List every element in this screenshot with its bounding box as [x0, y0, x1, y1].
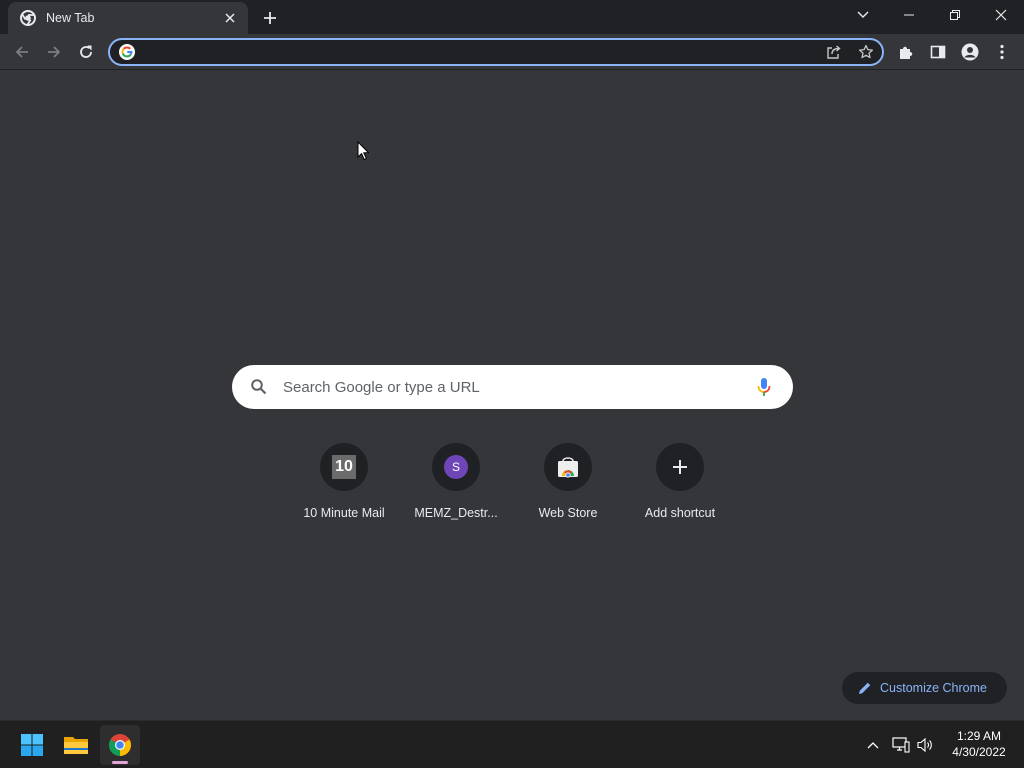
- tab-title: New Tab: [46, 11, 95, 25]
- share-icon[interactable]: [824, 42, 844, 62]
- ntp-search-box[interactable]: [232, 365, 793, 409]
- close-window-button[interactable]: [978, 0, 1024, 30]
- side-panel-button[interactable]: [924, 38, 952, 66]
- chrome-taskbar-button[interactable]: [100, 725, 140, 765]
- chrome-logo-icon: [109, 734, 131, 756]
- forward-button[interactable]: [40, 38, 68, 66]
- chevron-up-icon: [867, 742, 879, 749]
- shortcut-tile: 10: [320, 443, 368, 491]
- clock-time: 1:29 AM: [956, 729, 1002, 743]
- clock-date: 4/30/2022: [952, 745, 1006, 759]
- arrow-right-icon: [48, 46, 61, 58]
- taskbar: 1:29 AM 4/30/2022: [0, 720, 1024, 768]
- shortcut-10-minute-mail[interactable]: 10 10 Minute Mail: [288, 435, 400, 535]
- extensions-button[interactable]: [892, 38, 920, 66]
- start-button[interactable]: [12, 725, 52, 765]
- shortcut-label: MEMZ_Destr...: [414, 506, 498, 520]
- minimize-icon: [904, 14, 914, 16]
- customize-chrome-label: Customize Chrome: [880, 681, 987, 695]
- pencil-icon: [859, 682, 871, 694]
- windows-logo-icon: [21, 734, 43, 756]
- browser-toolbar: [0, 34, 1024, 70]
- tab-new-tab[interactable]: New Tab: [8, 2, 248, 34]
- shortcut-label: Add shortcut: [644, 506, 716, 520]
- shortcut-tile: S: [432, 443, 480, 491]
- shortcut-web-store[interactable]: Web Store: [512, 435, 624, 535]
- minimize-button[interactable]: [886, 0, 932, 30]
- web-store-icon: [558, 457, 578, 478]
- close-icon: [995, 9, 1007, 21]
- letter-s-icon: S: [444, 455, 468, 479]
- profile-button[interactable]: [956, 38, 984, 66]
- plus-icon: [264, 12, 276, 24]
- plus-icon: [673, 460, 687, 474]
- active-indicator: [112, 761, 128, 764]
- customize-chrome-button[interactable]: Customize Chrome: [842, 672, 1007, 704]
- shortcut-label: 10 Minute Mail: [303, 506, 385, 520]
- menu-button[interactable]: [988, 38, 1016, 66]
- side-panel-icon: [930, 45, 946, 59]
- address-bar[interactable]: [108, 38, 884, 66]
- chevron-down-icon: [857, 11, 869, 18]
- google-g-icon: [119, 44, 135, 60]
- network-button[interactable]: [891, 735, 911, 755]
- restore-button[interactable]: [932, 0, 978, 30]
- new-tab-page: 10 10 Minute Mail S MEMZ_Destr... W: [0, 71, 1024, 720]
- reload-button[interactable]: [72, 38, 100, 66]
- shortcut-tile: [656, 443, 704, 491]
- add-shortcut-button[interactable]: Add shortcut: [624, 435, 736, 535]
- close-tab-icon[interactable]: [220, 8, 240, 28]
- restore-icon: [950, 10, 960, 20]
- title-bar: New Tab: [0, 0, 1024, 34]
- network-icon: [892, 737, 910, 753]
- mouse-cursor-icon: [357, 141, 369, 161]
- puzzle-icon: [900, 46, 913, 59]
- show-hidden-icons-button[interactable]: [863, 735, 883, 755]
- ntp-search-input[interactable]: [283, 377, 743, 397]
- ten-minute-mail-icon: 10: [332, 455, 356, 479]
- chrome-icon: [20, 10, 36, 26]
- bookmark-star-icon[interactable]: [856, 42, 876, 62]
- tab-search-button[interactable]: [840, 0, 886, 30]
- microphone-icon[interactable]: [754, 377, 774, 397]
- new-tab-button[interactable]: [258, 6, 282, 30]
- reload-icon: [80, 45, 92, 58]
- search-icon: [250, 378, 268, 396]
- volume-button[interactable]: [916, 735, 936, 755]
- taskbar-clock[interactable]: 1:29 AM 4/30/2022: [944, 728, 1014, 760]
- folder-icon: [64, 737, 88, 754]
- file-explorer-button[interactable]: [56, 725, 96, 765]
- arrow-left-icon: [15, 46, 28, 58]
- shortcut-memz[interactable]: S MEMZ_Destr...: [400, 435, 512, 535]
- shortcut-label: Web Store: [538, 506, 598, 520]
- speaker-icon: [917, 737, 932, 753]
- shortcut-tile: [544, 443, 592, 491]
- address-input[interactable]: [142, 43, 802, 61]
- avatar-icon: [961, 43, 979, 61]
- more-vert-icon: [1000, 44, 1004, 60]
- back-button[interactable]: [8, 38, 36, 66]
- shortcuts-grid: 10 10 Minute Mail S MEMZ_Destr... Web St…: [288, 435, 736, 535]
